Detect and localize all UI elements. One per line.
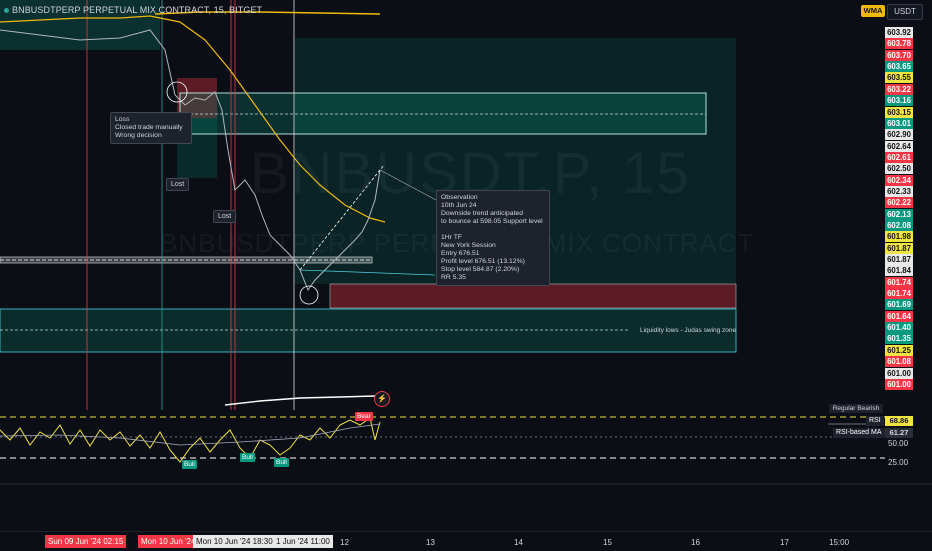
price-label: 603.70 bbox=[885, 49, 913, 61]
bull-signal-1[interactable]: Bull bbox=[182, 460, 197, 469]
symbol-title[interactable]: BNBUSDTPERP PERPETUAL MIX CONTRACT, 15, … bbox=[4, 5, 262, 15]
bull-signal-2[interactable]: Bull bbox=[240, 453, 255, 462]
time-tick-16: 16 bbox=[691, 538, 700, 547]
rsi-tick-50: 50.00 bbox=[888, 439, 909, 448]
rsi-pane-bg bbox=[0, 410, 885, 484]
price-label: 603.16 bbox=[885, 95, 913, 107]
price-label: 602.64 bbox=[885, 140, 913, 152]
rsi-divergence-legend: Regular Bearish bbox=[829, 404, 883, 413]
time-highlight-1: Sun 09 Jun '24 02:15 bbox=[45, 535, 127, 548]
price-label: 601.84 bbox=[885, 265, 913, 277]
rsi-name-label: RSI bbox=[866, 416, 884, 426]
time-tick-12: 12 bbox=[340, 538, 349, 547]
price-label: 601.64 bbox=[885, 310, 913, 322]
price-label: 601.69 bbox=[885, 299, 913, 311]
wma-indicator-badge[interactable]: WMA bbox=[861, 5, 885, 17]
bear-signal-1[interactable]: Bear bbox=[355, 412, 373, 421]
currency-selector[interactable]: USDT bbox=[887, 4, 923, 20]
white-curve bbox=[224, 395, 376, 406]
time-highlight-4: 1 Jun '24 11:00 bbox=[273, 535, 333, 548]
time-highlight-3: Mon 10 Jun '24 18:30 bbox=[193, 535, 276, 548]
stop-zone bbox=[329, 283, 737, 309]
price-label: 601.40 bbox=[885, 322, 913, 334]
price-label: 603.78 bbox=[885, 38, 913, 50]
loss-note[interactable]: Loss Closed trade manually Wrong decisio… bbox=[110, 112, 192, 144]
status-dot-icon bbox=[4, 8, 9, 14]
price-label: 602.22 bbox=[885, 197, 913, 209]
lightning-icon[interactable]: ⚡ bbox=[374, 391, 390, 407]
price-label: 601.87 bbox=[885, 242, 913, 254]
price-label: 601.74 bbox=[885, 276, 913, 288]
price-label: 602.08 bbox=[885, 219, 913, 231]
price-label: 602.50 bbox=[885, 163, 913, 175]
price-label: 601.00 bbox=[885, 367, 913, 379]
lost-tag-2[interactable]: Lost bbox=[213, 210, 237, 223]
price-label: 602.90 bbox=[885, 129, 913, 141]
lost-tag-1[interactable]: Lost bbox=[166, 178, 190, 191]
time-tick-14: 14 bbox=[514, 538, 523, 547]
price-label: 601.35 bbox=[885, 333, 913, 345]
rsi-tick-25: 25.00 bbox=[888, 458, 909, 467]
price-label: 603.15 bbox=[885, 106, 913, 118]
price-label: 602.34 bbox=[885, 174, 913, 186]
price-label: 602.13 bbox=[885, 208, 913, 220]
price-label: 602.33 bbox=[885, 185, 913, 197]
price-label: 601.08 bbox=[885, 356, 913, 368]
time-tick-17: 17 bbox=[780, 538, 789, 547]
time-tick-1500: 15:00 bbox=[829, 538, 850, 547]
price-label: 603.22 bbox=[885, 83, 913, 95]
price-label: 603.55 bbox=[885, 72, 913, 84]
bull-signal-3[interactable]: Bull bbox=[274, 458, 289, 467]
price-label: 603.01 bbox=[885, 117, 913, 129]
price-label: 603.92 bbox=[885, 27, 913, 38]
price-label: 601.25 bbox=[885, 344, 913, 356]
rsi-value-badge: 68.86 bbox=[885, 416, 913, 426]
price-label: 601.00 bbox=[885, 378, 913, 390]
rsi-ma-value-badge: 61.27 bbox=[885, 428, 913, 438]
price-label: 603.65 bbox=[885, 61, 913, 72]
time-axis[interactable]: Sun 09 Jun '24 02:15 Mon 10 Jun '24 Mon … bbox=[0, 531, 932, 551]
liquidity-zone-box bbox=[0, 308, 737, 353]
symbol-title-text: BNBUSDTPERP PERPETUAL MIX CONTRACT, 15, … bbox=[12, 5, 263, 15]
price-label: 601.74 bbox=[885, 288, 913, 300]
rsi-ma-name-label: RSI-based MA bbox=[833, 428, 885, 438]
resistance-box bbox=[179, 92, 707, 135]
observation-note[interactable]: Observation 10th Jun 24 Downside trend a… bbox=[436, 190, 550, 286]
price-label: 601.87 bbox=[885, 254, 913, 265]
time-highlight-2: Mon 10 Jun '24 bbox=[138, 535, 199, 548]
price-label: 601.98 bbox=[885, 231, 913, 243]
price-label: 602.61 bbox=[885, 151, 913, 163]
time-tick-13: 13 bbox=[426, 538, 435, 547]
time-tick-15: 15 bbox=[603, 538, 612, 547]
liquidity-zone-label: Liquidity lows - Judas swing zone bbox=[640, 327, 737, 334]
